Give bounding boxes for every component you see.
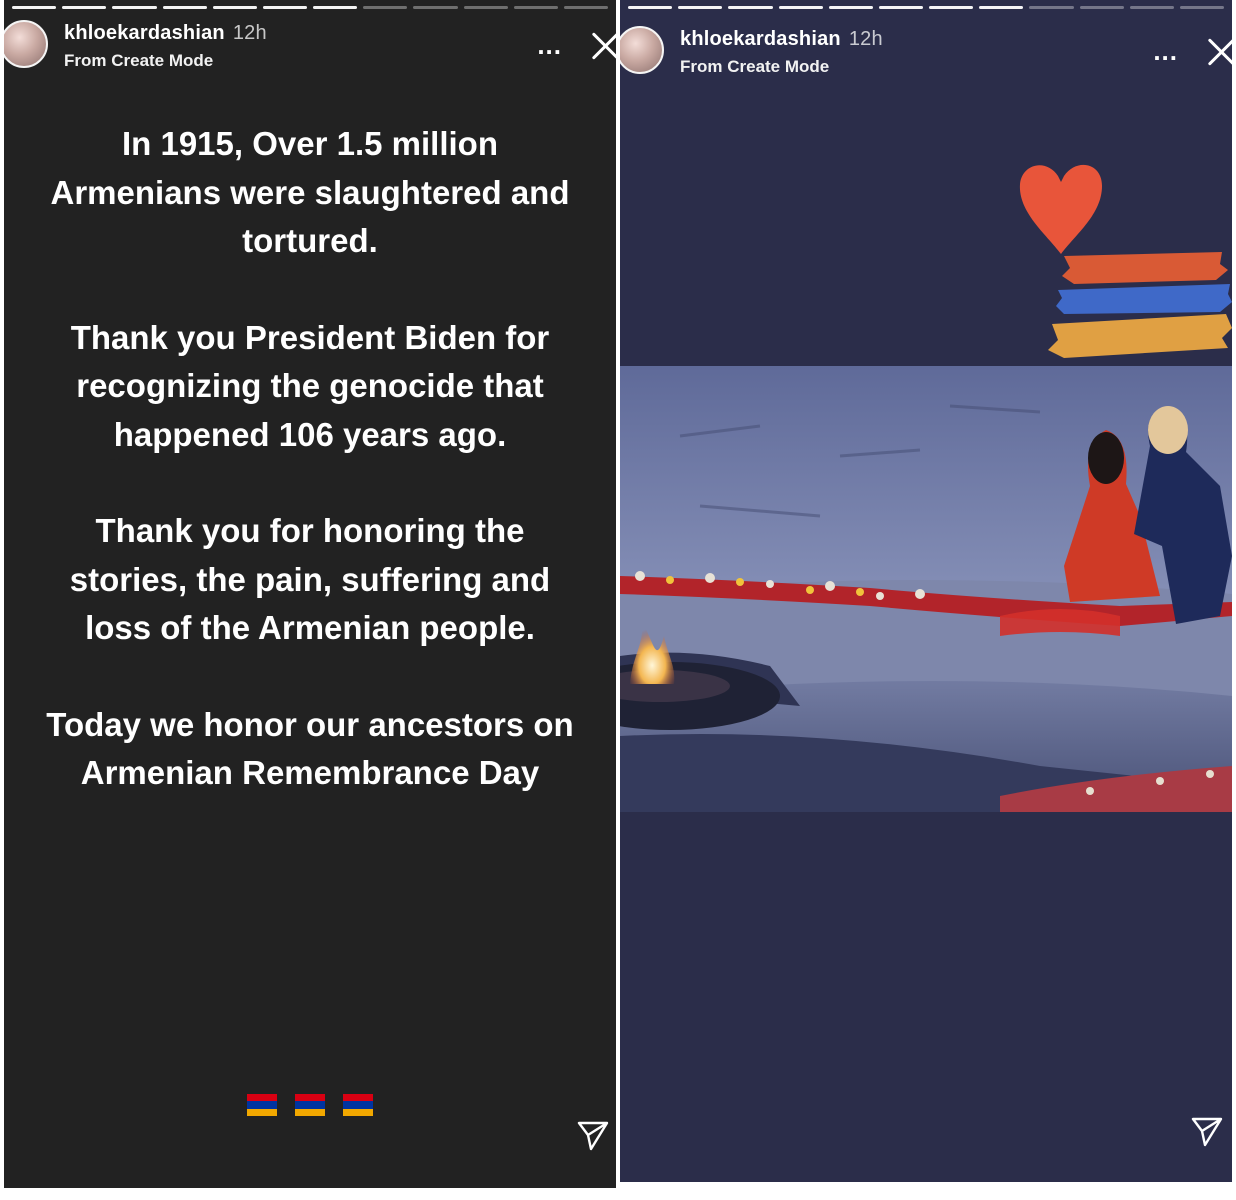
send-icon[interactable] — [1190, 1114, 1224, 1148]
story-progress-bar — [628, 6, 1225, 9]
paragraph-thanks-honoring: Thank you for honoring the stories, the … — [69, 512, 551, 646]
paragraph-history: In 1915, Over 1.5 million Armenians were… — [50, 125, 570, 259]
username[interactable]: khloekardashian — [64, 22, 225, 44]
story-subtitle: From Create Mode — [64, 51, 214, 70]
user-meta: khloekardashian 12h From Create Mode — [64, 22, 267, 71]
flag-emoji-row — [4, 1094, 616, 1116]
paragraph-thanks-biden: Thank you President Biden for recognizin… — [70, 318, 550, 453]
armenian-flag-icon — [295, 1094, 325, 1116]
paragraph-remembrance: Today we honor our ancestors on Armenian… — [46, 705, 574, 792]
close-icon[interactable] — [588, 28, 616, 62]
more-options-icon[interactable]: ... — [1153, 36, 1178, 67]
close-icon[interactable] — [1204, 34, 1232, 68]
more-options-icon[interactable]: ... — [537, 30, 562, 61]
story-photo-panel: khloekardashian 12h From Create Mode ... — [620, 0, 1232, 1182]
armenian-flag-brush-sticker — [1048, 252, 1232, 358]
story-subtitle: From Create Mode — [680, 57, 830, 76]
armenian-flag-icon — [343, 1094, 374, 1116]
send-icon[interactable] — [576, 1118, 610, 1152]
username[interactable]: khloekardashian — [680, 28, 841, 50]
story-text-panel: khloekardashian 12h From Create Mode ... … — [4, 0, 616, 1188]
heart-sticker — [1019, 164, 1102, 254]
story-message: In 1915, Over 1.5 million Armenians were… — [44, 120, 576, 846]
story-header: khloekardashian 12h From Create Mode ... — [4, 18, 616, 78]
armenian-flag-icon — [246, 1094, 277, 1116]
memorial-eternal-flame-photo — [620, 366, 1232, 812]
avatar[interactable] — [620, 26, 664, 74]
user-meta: khloekardashian 12h From Create Mode — [680, 28, 883, 77]
post-time: 12h — [232, 22, 267, 44]
avatar[interactable] — [4, 20, 48, 68]
story-header: khloekardashian 12h From Create Mode ... — [620, 24, 1232, 84]
post-time: 12h — [848, 28, 883, 50]
story-progress-bar — [12, 6, 609, 9]
